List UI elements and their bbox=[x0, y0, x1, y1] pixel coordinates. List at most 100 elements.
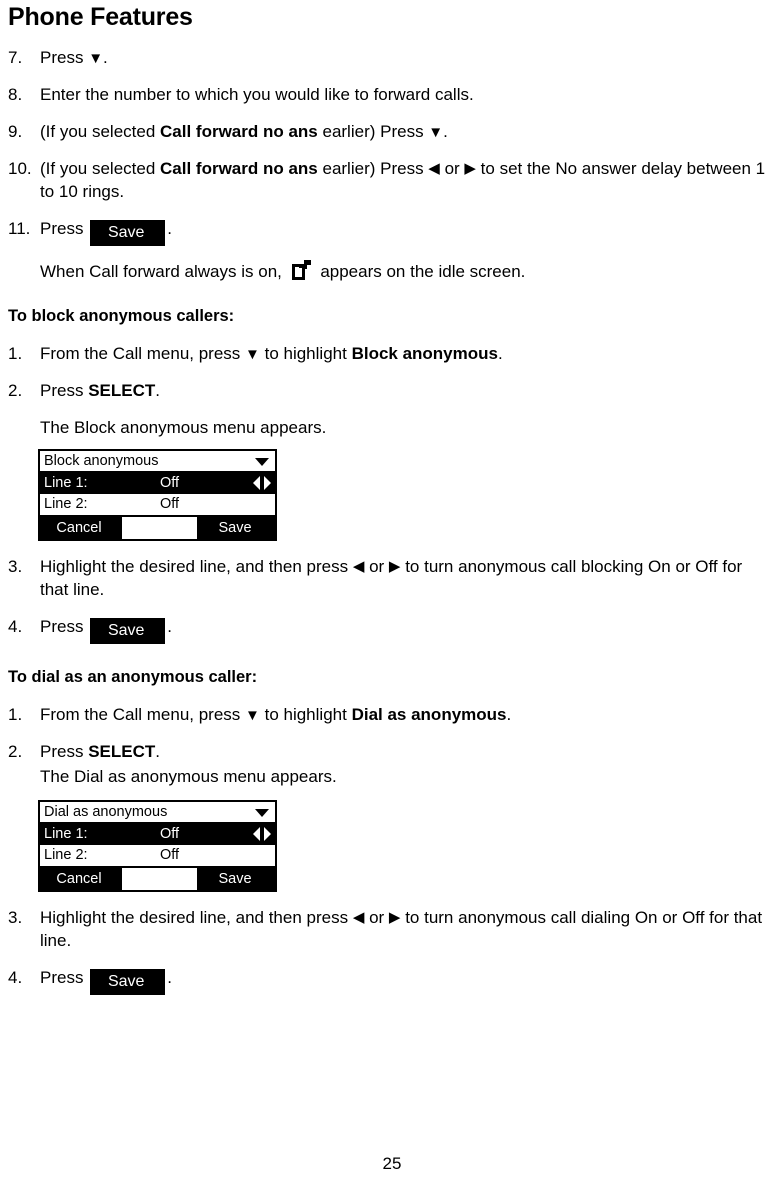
lcd-row-label: Line 2: bbox=[44, 496, 88, 512]
page-title: Phone Features bbox=[8, 3, 193, 31]
step-number: 7. bbox=[8, 48, 23, 67]
step-number: 2. bbox=[8, 742, 23, 761]
arrow-left-icon: ◀ bbox=[428, 160, 440, 177]
lcd-screen-block-anonymous: Block anonymous Line 1: Off Line 2: Off … bbox=[38, 449, 277, 541]
step-text-pre: (If you selected bbox=[40, 159, 161, 178]
lcd-row-value: Off bbox=[160, 496, 180, 512]
step-text-emphasis: Block anonymous bbox=[351, 344, 498, 363]
step-text-mid: to highlight bbox=[259, 705, 352, 724]
step-number: 11. bbox=[8, 219, 31, 238]
lcd-title-row: Dial as anonymous bbox=[40, 802, 275, 824]
step-text-post: earlier) Press bbox=[317, 122, 429, 141]
arrow-left-icon: ◀ bbox=[352, 558, 365, 575]
lcd-screen-dial-anonymous: Dial as anonymous Line 1: Off Line 2: Of… bbox=[38, 800, 277, 892]
menu-appears-text: The Block anonymous menu appears. bbox=[40, 418, 327, 437]
step-number: 9. bbox=[8, 122, 23, 141]
save-softkey-badge[interactable]: Save bbox=[90, 969, 166, 995]
lcd-softkey-spacer bbox=[122, 517, 197, 539]
arrow-left-icon: ◀ bbox=[352, 909, 365, 926]
step-text: Press SELECT. bbox=[40, 740, 776, 763]
step-text-tail: . bbox=[497, 344, 503, 363]
step-text: Press SELECT. bbox=[40, 379, 776, 402]
step-text-emphasis: Call forward no ans bbox=[160, 122, 318, 141]
step-number: 4. bbox=[8, 617, 23, 636]
lcd-cancel-softkey[interactable]: Cancel bbox=[40, 868, 122, 890]
step-number: 10. bbox=[8, 159, 32, 178]
lcd-softkey-spacer bbox=[122, 868, 197, 890]
step-text: (If you selected Call forward no ans ear… bbox=[40, 157, 776, 203]
lcd-row-line1[interactable]: Line 1: Off bbox=[40, 824, 275, 845]
page-number: 25 bbox=[382, 1154, 402, 1173]
step-text-pre: Highlight the desired line, and then pre… bbox=[40, 908, 353, 927]
left-right-arrows-icon bbox=[253, 476, 271, 491]
note-post: appears on the idle screen. bbox=[315, 262, 526, 281]
lcd-save-softkey[interactable]: Save bbox=[197, 868, 275, 890]
arrow-right-icon: ▶ bbox=[388, 909, 401, 926]
step-text: From the Call menu, press ▼ to highlight… bbox=[40, 703, 776, 726]
step-item: 2. Press SELECT. bbox=[8, 740, 776, 763]
arrow-right-icon: ▶ bbox=[388, 558, 401, 575]
step-item: 2. Press SELECT. bbox=[8, 379, 776, 402]
step-number: 4. bbox=[8, 968, 23, 987]
lcd-cancel-softkey[interactable]: Cancel bbox=[40, 517, 122, 539]
step-number: 8. bbox=[8, 85, 23, 104]
step-text-emphasis: SELECT bbox=[88, 742, 156, 761]
step-number: 1. bbox=[8, 344, 23, 363]
step-text: Press ▼. bbox=[40, 48, 108, 67]
lcd-row-value: Off bbox=[160, 475, 180, 491]
save-softkey-badge[interactable]: Save bbox=[90, 220, 166, 246]
step-text-pre: From the Call menu, press bbox=[40, 705, 246, 724]
step-text-tail: . bbox=[167, 219, 172, 238]
note-pre: When Call forward always is on, bbox=[40, 262, 287, 281]
lcd-title-row: Block anonymous bbox=[40, 451, 275, 473]
lcd-softkey-bar: Cancel Save bbox=[40, 866, 275, 890]
lcd-row-line1[interactable]: Line 1: Off bbox=[40, 473, 275, 494]
caret-down-icon bbox=[255, 809, 269, 817]
lcd-row-value: Off bbox=[160, 826, 180, 842]
lcd-row-label: Line 1: bbox=[44, 826, 88, 842]
arrow-down-icon: ▼ bbox=[428, 124, 444, 141]
lcd-title-label: Dial as anonymous bbox=[44, 804, 168, 820]
lcd-row-value: Off bbox=[160, 847, 180, 863]
step-text: Press Save. bbox=[40, 217, 776, 246]
arrow-down-icon: ▼ bbox=[245, 346, 260, 363]
save-softkey-badge[interactable]: Save bbox=[90, 618, 166, 644]
lcd-row-label: Line 1: bbox=[44, 475, 88, 491]
lcd-row-label: Line 2: bbox=[44, 847, 88, 863]
step-item: 11. Press Save. bbox=[8, 217, 776, 246]
lcd-row-line2[interactable]: Line 2: Off bbox=[40, 494, 275, 515]
lcd-save-softkey[interactable]: Save bbox=[197, 517, 275, 539]
step-text: Highlight the desired line, and then pre… bbox=[40, 555, 776, 601]
step-number: 1. bbox=[8, 705, 23, 724]
step-text: Press Save. bbox=[40, 966, 776, 995]
step-text-emphasis: SELECT bbox=[88, 381, 156, 400]
caret-down-icon bbox=[255, 458, 269, 466]
step-text-mid: or bbox=[439, 159, 465, 178]
lcd-row-line2[interactable]: Line 2: Off bbox=[40, 845, 275, 866]
step-item: 8. Enter the number to which you would l… bbox=[8, 83, 776, 106]
step-item: 3. Highlight the desired line, and then … bbox=[8, 906, 776, 952]
step-text-tail: . bbox=[443, 122, 448, 141]
lcd-softkey-bar: Cancel Save bbox=[40, 515, 275, 539]
step-text-tail: . bbox=[155, 381, 160, 400]
step-text-tail: . bbox=[155, 742, 160, 761]
step-text-mid: to highlight bbox=[259, 344, 352, 363]
step-text-emphasis: Dial as anonymous bbox=[351, 705, 507, 724]
step-text: (If you selected Call forward no ans ear… bbox=[40, 120, 776, 143]
step-text-pre: Press bbox=[40, 219, 89, 238]
step-item: 4. Press Save. bbox=[8, 966, 776, 995]
step-item: 10. (If you selected Call forward no ans… bbox=[8, 157, 776, 203]
step-text: From the Call menu, press ▼ to highlight… bbox=[40, 342, 776, 365]
call-forward-note: When Call forward always is on, appears … bbox=[40, 260, 776, 283]
step-number: 2. bbox=[8, 381, 23, 400]
step-text: Press Save. bbox=[40, 615, 776, 644]
step-text-pre: (If you selected bbox=[40, 122, 161, 141]
step-text-pre: Press bbox=[40, 968, 89, 987]
step-text-post: earlier) Press bbox=[317, 159, 429, 178]
step-text-pre: Highlight the desired line, and then pre… bbox=[40, 557, 353, 576]
step-text-tail: . bbox=[167, 617, 172, 636]
step-item: 4. Press Save. bbox=[8, 615, 776, 644]
step-text-tail: . bbox=[506, 705, 512, 724]
step-text-tail: . bbox=[167, 968, 172, 987]
menu-appears-text: The Dial as anonymous menu appears. bbox=[40, 767, 337, 786]
